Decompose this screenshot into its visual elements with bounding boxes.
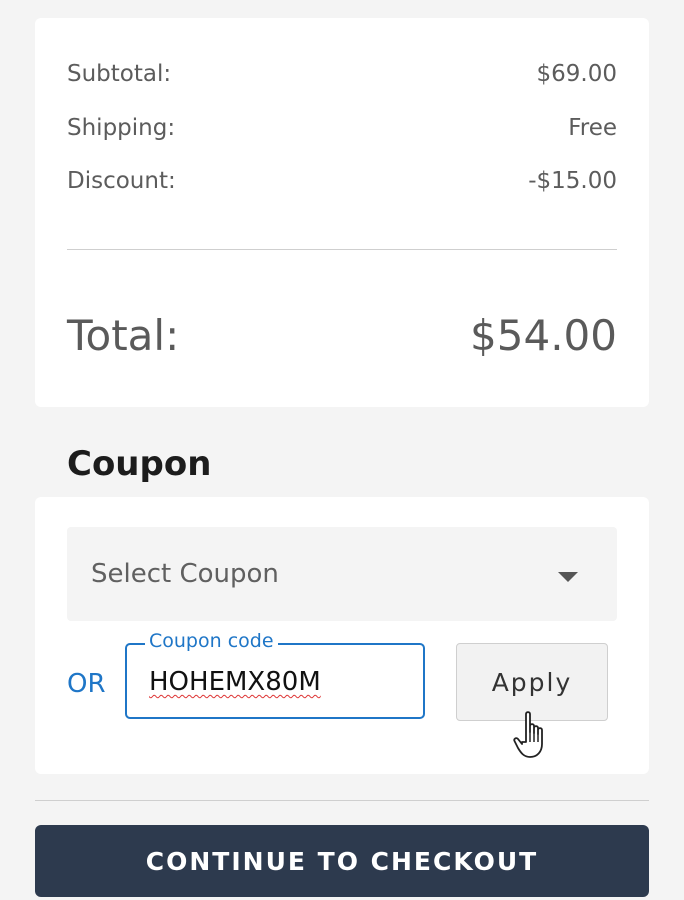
or-label: OR <box>67 669 106 699</box>
shipping-label: Shipping: <box>67 115 176 141</box>
coupon-select-value: Select Coupon <box>91 559 279 589</box>
coupon-code-field[interactable]: Coupon code HOHEMX80M <box>125 629 425 719</box>
continue-to-checkout-button[interactable]: CONTINUE TO CHECKOUT <box>35 825 649 897</box>
total-value: $54.00 <box>470 311 617 360</box>
coupon-card: Select Coupon OR Coupon code HOHEMX80M A… <box>35 497 649 774</box>
discount-value: -$15.00 <box>528 168 617 194</box>
discount-row: Discount: -$15.00 <box>67 166 617 196</box>
coupon-code-input[interactable]: HOHEMX80M <box>149 665 321 699</box>
hand-pointer-icon <box>513 711 543 758</box>
total-label: Total: <box>67 311 180 360</box>
coupon-select[interactable]: Select Coupon <box>67 527 617 621</box>
checkout-divider <box>35 800 649 801</box>
discount-label: Discount: <box>67 168 176 194</box>
subtotal-row: Subtotal: $69.00 <box>67 59 617 89</box>
order-summary-card: Subtotal: $69.00 Shipping: Free Discount… <box>35 18 649 407</box>
summary-divider <box>67 249 617 250</box>
shipping-row: Shipping: Free <box>67 113 617 143</box>
subtotal-label: Subtotal: <box>67 61 172 87</box>
shipping-value: Free <box>568 115 617 141</box>
coupon-code-legend: Coupon code <box>145 629 278 653</box>
subtotal-value: $69.00 <box>536 61 617 87</box>
total-row: Total: $54.00 <box>67 310 617 362</box>
chevron-down-icon <box>558 572 578 582</box>
coupon-heading: Coupon <box>67 444 212 484</box>
